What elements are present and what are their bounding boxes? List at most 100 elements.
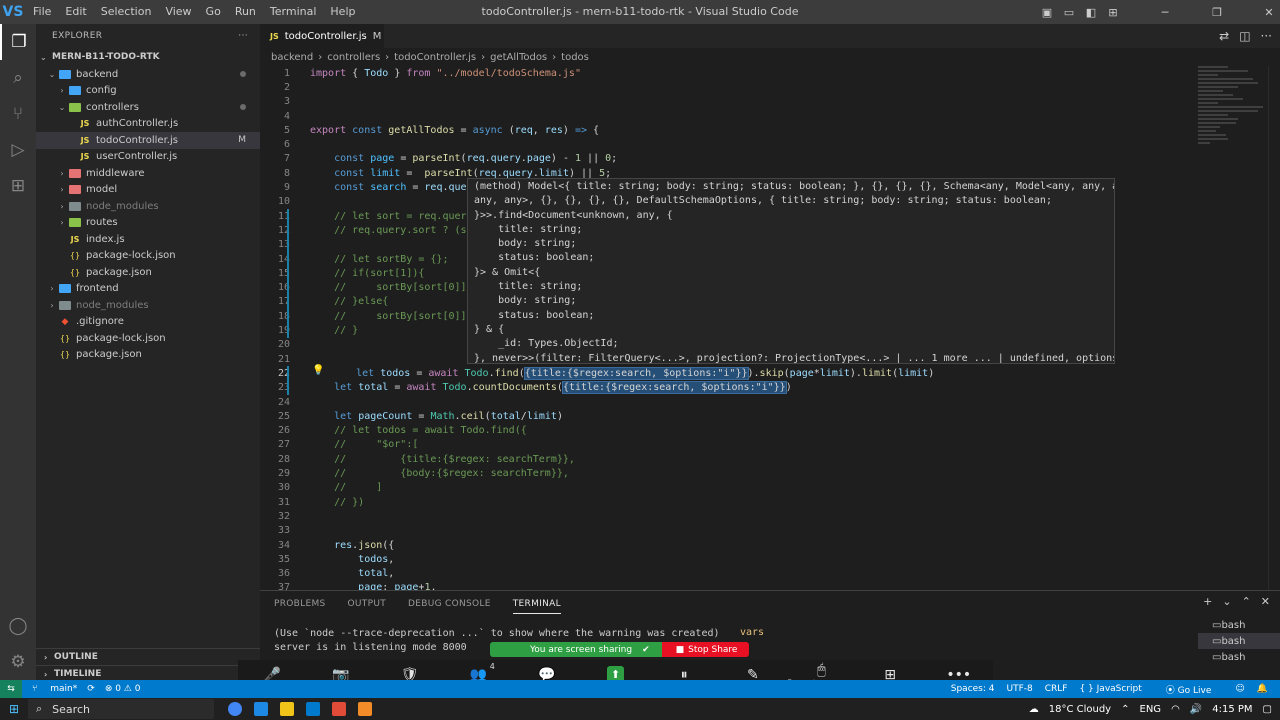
taskbar-search[interactable]: ⌕ Search	[28, 699, 214, 719]
vscode-icon[interactable]	[306, 702, 320, 716]
code-line[interactable]: 30 // ]	[260, 481, 1280, 495]
tree-item[interactable]: › node_modules	[36, 198, 260, 215]
code-line[interactable]: 2	[260, 80, 1280, 94]
code-line[interactable]: 23 let total = await Todo.countDocuments…	[260, 381, 1280, 395]
bell-icon[interactable]: 🔔	[1257, 684, 1268, 694]
menu-item-edit[interactable]: Edit	[58, 0, 93, 24]
lightbulb-icon[interactable]: 💡	[312, 365, 324, 376]
tab-todocontroller[interactable]: JS todoController.js M	[260, 24, 384, 48]
tree-item[interactable]: JS authController.js	[36, 116, 260, 133]
tree-item[interactable]: {} package-lock.json	[36, 330, 260, 347]
menu-item-go[interactable]: Go	[199, 0, 228, 24]
code-line[interactable]: 22 let todos = await Todo.find({title:{$…	[260, 365, 1280, 380]
code-line[interactable]: 25 let pageCount = Math.ceil(total/limit…	[260, 409, 1280, 423]
tree-item[interactable]: JS userController.js	[36, 149, 260, 166]
breadcrumb-item[interactable]: todos	[561, 52, 589, 63]
menu-item-run[interactable]: Run	[228, 0, 263, 24]
more-actions-icon[interactable]: ···	[238, 31, 248, 41]
file-explorer-icon[interactable]	[280, 702, 294, 716]
stop-share-button[interactable]: ■ Stop Share	[661, 642, 750, 657]
remote-icon[interactable]: ⇆	[0, 680, 22, 698]
editor-scrollbar[interactable]	[1268, 66, 1280, 590]
encoding-indicator[interactable]: UTF-8	[1006, 684, 1032, 694]
volume-icon[interactable]: 🔊	[1190, 704, 1202, 715]
tree-item[interactable]: › frontend	[36, 281, 260, 298]
tree-item[interactable]: JS index.js	[36, 231, 260, 248]
code-line[interactable]: 26 // let todos = await Todo.find({	[260, 424, 1280, 438]
source-control-icon[interactable]: ⑂	[0, 96, 36, 132]
tree-item[interactable]: JS todoController.js M	[36, 132, 260, 149]
minimap[interactable]	[1198, 66, 1268, 196]
code-line[interactable]: 4	[260, 109, 1280, 123]
gear-icon[interactable]: ⚙	[0, 644, 36, 680]
windows-start-icon[interactable]: ⊞	[0, 702, 28, 716]
go-live-button[interactable]: ⦿ Go Live	[1166, 683, 1224, 696]
notification-icon[interactable]: ▢	[1263, 704, 1272, 715]
tree-item[interactable]: {} package.json	[36, 264, 260, 281]
close-button[interactable]: ✕	[1258, 6, 1280, 19]
layout-customize-icon[interactable]: ⊞	[1102, 6, 1124, 19]
tree-item[interactable]: {} package-lock.json	[36, 248, 260, 265]
terminal-instance[interactable]: ▭ bash	[1198, 617, 1280, 633]
code-line[interactable]: 1 import { Todo } from "../model/todoSche…	[260, 66, 1280, 80]
menu-item-terminal[interactable]: Terminal	[263, 0, 324, 24]
code-line[interactable]: 5 export const getAllTodos = async (req, …	[260, 123, 1280, 137]
wifi-icon[interactable]: ◠	[1171, 704, 1180, 715]
code-line[interactable]: 29 // {body:{$regex: searchTerm}},	[260, 466, 1280, 480]
explorer-icon[interactable]: ❐	[0, 24, 36, 60]
eol-indicator[interactable]: CRLF	[1045, 684, 1068, 694]
tree-item[interactable]: {} package.json	[36, 347, 260, 364]
tab-debug-console[interactable]: DEBUG CONSOLE	[408, 599, 491, 609]
tree-item[interactable]: › config	[36, 83, 260, 100]
menu-item-view[interactable]: View	[158, 0, 198, 24]
tree-item[interactable]: › node_modules	[36, 297, 260, 314]
code-line[interactable]: 32	[260, 509, 1280, 523]
tree-item[interactable]: › model	[36, 182, 260, 199]
terminal-instance[interactable]: ▭ bash	[1198, 633, 1280, 649]
code-line[interactable]: 27 // "$or":[	[260, 438, 1280, 452]
open-changes-icon[interactable]: ⇄	[1219, 29, 1229, 43]
code-line[interactable]: 6	[260, 138, 1280, 152]
breadcrumb-item[interactable]: backend	[271, 52, 313, 63]
language-indicator[interactable]: { } JavaScript	[1079, 684, 1153, 694]
code-line[interactable]: 35 todos,	[260, 552, 1280, 566]
layout-toggle-icon[interactable]: ▣	[1036, 6, 1058, 19]
outline-section[interactable]: › OUTLINE	[36, 648, 260, 665]
app-icon[interactable]	[332, 702, 346, 716]
split-editor-icon[interactable]: ◫	[1239, 29, 1250, 43]
sidebar-toggle-icon[interactable]: ◧	[1080, 6, 1102, 19]
workspace-root[interactable]: ⌄ MERN-B11-TODO-RTK	[36, 48, 260, 66]
code-line[interactable]: 28 // {title:{$regex: searchTerm}},	[260, 452, 1280, 466]
indentation-indicator[interactable]: Spaces: 4	[951, 684, 995, 694]
menu-item-selection[interactable]: Selection	[94, 0, 159, 24]
minimize-button[interactable]: ─	[1154, 6, 1176, 19]
maximize-panel-icon[interactable]: ⌃	[1242, 595, 1251, 608]
clock[interactable]: 4:15 PM	[1212, 704, 1252, 715]
run-debug-icon[interactable]: ▷	[0, 132, 36, 168]
app-icon[interactable]	[358, 702, 372, 716]
code-line[interactable]: 7 const page = parseInt(req.query.page) …	[260, 152, 1280, 166]
code-line[interactable]: 37 page: page+1,	[260, 581, 1280, 590]
account-icon[interactable]: ◯	[0, 608, 36, 644]
tab-output[interactable]: OUTPUT	[348, 599, 386, 609]
tree-item[interactable]: ⌄ backend	[36, 66, 260, 83]
breadcrumb-item[interactable]: controllers	[327, 52, 380, 63]
chrome-icon[interactable]	[228, 702, 242, 716]
code-line[interactable]: 24	[260, 395, 1280, 409]
code-line[interactable]: 3	[260, 95, 1280, 109]
breadcrumb-item[interactable]: getAllTodos	[490, 52, 547, 63]
panel-toggle-icon[interactable]: ▭	[1058, 6, 1080, 19]
extensions-icon[interactable]: ⊞	[0, 168, 36, 204]
language-indicator[interactable]: ENG	[1140, 704, 1162, 715]
edge-icon[interactable]	[254, 702, 268, 716]
menu-item-help[interactable]: Help	[323, 0, 362, 24]
feedback-icon[interactable]: ☺	[1235, 684, 1244, 694]
tray-chevron-icon[interactable]: ⌃	[1121, 704, 1129, 715]
tree-item[interactable]: › routes	[36, 215, 260, 232]
close-panel-icon[interactable]: ✕	[1261, 595, 1270, 608]
terminal-instance[interactable]: ▭ bash	[1198, 649, 1280, 665]
branch-indicator[interactable]: ⑂ main*	[32, 684, 77, 694]
code-line[interactable]: 33	[260, 524, 1280, 538]
dropdown-icon[interactable]: ⌄	[1222, 595, 1231, 608]
problems-indicator[interactable]: ⊗ 0 ⚠ 0	[105, 684, 141, 694]
